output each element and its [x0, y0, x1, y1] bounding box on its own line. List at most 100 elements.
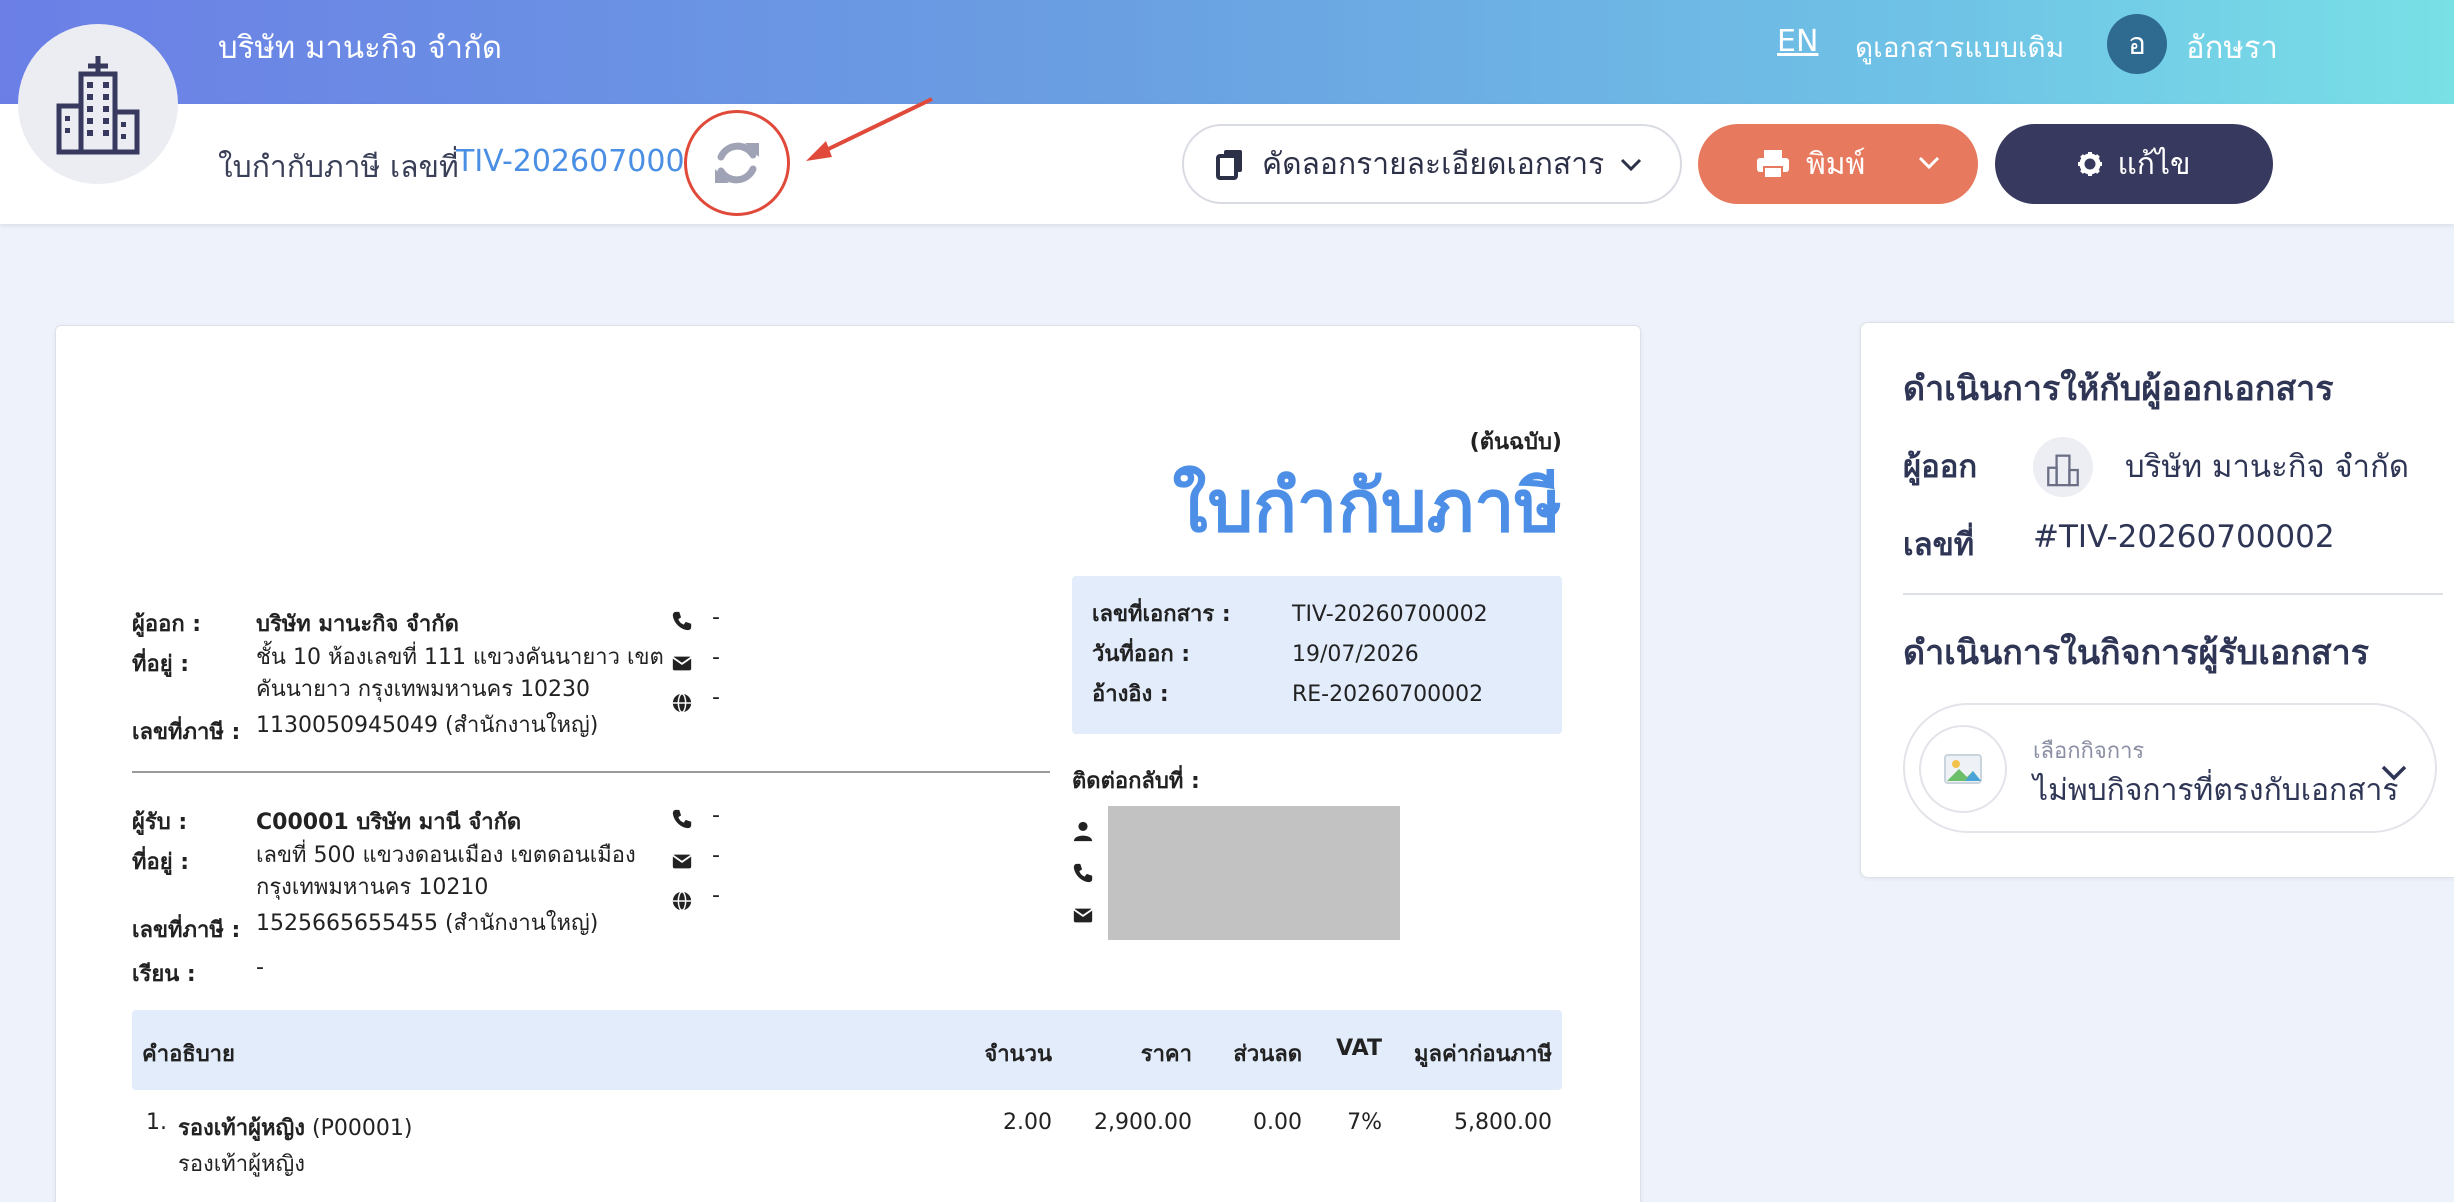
- col-description: คำอธิบาย: [142, 1042, 235, 1067]
- row-price: 2,900.00: [1094, 1110, 1192, 1135]
- info-doc-no-row: เลขที่เอกสาร : TIV-20260700002: [1092, 596, 1488, 631]
- action-panel: ดำเนินการให้กับผู้ออกเอกสาร ผู้ออก บริษั…: [1860, 322, 2454, 878]
- info-ref-label: อ้างอิง :: [1092, 682, 1169, 707]
- panel-number-label: เลขที่: [1903, 527, 1975, 563]
- issuer-phone: -: [712, 605, 720, 630]
- recipient-attn-label: เรียน :: [132, 962, 196, 987]
- globe-icon: [672, 891, 692, 911]
- row-pretax: 5,800.00: [1454, 1110, 1552, 1135]
- user-name[interactable]: อักษรา: [2186, 22, 2278, 72]
- user-icon: [1073, 821, 1093, 842]
- gear-icon: [2078, 152, 2103, 176]
- recipient-address-line1: เลขที่ 500 แขวงดอนเมือง เขตดอนเมือง: [256, 843, 636, 868]
- old-view-link[interactable]: ดูเอกสารแบบเดิม: [1855, 26, 2064, 70]
- col-vat: VAT: [1336, 1036, 1382, 1061]
- company-name: บริษัท มานะกิจ จำกัด: [218, 30, 502, 66]
- recipient-label: ผู้รับ :: [132, 810, 188, 835]
- row-item-subtitle: รองเท้าผู้หญิง: [178, 1152, 306, 1177]
- issuer-section-title: ดำเนินการให้กับผู้ออกเอกสาร: [1903, 369, 2334, 409]
- envelope-icon: [672, 656, 692, 671]
- row-item-name: รองเท้าผู้หญิง: [178, 1116, 306, 1141]
- recipient-website: -: [712, 883, 720, 908]
- col-pretax: มูลค่าก่อนภาษี: [1414, 1042, 1552, 1067]
- refresh-icon: [715, 142, 759, 184]
- recipient-tax-label: เลขที่ภาษี :: [132, 918, 241, 943]
- recipient-section-title: ดำเนินการในกิจการผู้รับเอกสาร: [1903, 633, 2370, 673]
- col-discount: ส่วนลด: [1233, 1042, 1302, 1067]
- printer-icon: [1757, 150, 1789, 179]
- business-select-value: ไม่พบกิจการที่ตรงกับเอกสาร: [2033, 773, 2399, 808]
- print-label: พิมพ์: [1806, 146, 1866, 182]
- recipient-address-label: ที่อยู่ :: [132, 850, 190, 875]
- panel-issuer-name: บริษัท มานะกิจ จำกัด: [2125, 449, 2409, 485]
- phone-icon: [672, 611, 692, 631]
- language-toggle-link[interactable]: EN: [1777, 24, 1818, 59]
- panel-number-value: #TIV-20260700002: [2033, 519, 2335, 555]
- col-quantity: จำนวน: [984, 1042, 1052, 1067]
- phone-icon: [672, 809, 692, 829]
- print-button[interactable]: พิมพ์: [1698, 124, 1978, 204]
- refresh-button[interactable]: [684, 110, 790, 216]
- panel-issuer-logo: [2033, 437, 2093, 497]
- info-ref-row: อ้างอิง : RE-20260700002: [1092, 676, 1483, 711]
- building-icon: [56, 56, 140, 155]
- document-type-label: ใบกำกับภาษี เลขที่: [218, 150, 459, 185]
- divider: [1903, 593, 2443, 595]
- info-ref: RE-20260700002: [1292, 682, 1484, 707]
- chevron-down-icon: [2381, 765, 2407, 781]
- image-placeholder-icon: [1944, 754, 1982, 784]
- row-quantity: 2.00: [1003, 1110, 1052, 1135]
- recipient-attn: -: [256, 955, 264, 980]
- copy-details-button[interactable]: คัดลอกรายละเอียดเอกสาร: [1182, 124, 1682, 204]
- contact-redacted-image: [1108, 806, 1400, 940]
- document-title: ใบกำกับภาษี: [1172, 464, 1562, 548]
- document-preview: (ต้นฉบับ) ใบกำกับภาษี ผู้ออก : บริษัท มา…: [55, 325, 1641, 1202]
- contact-title: ติดต่อกลับที่ :: [1072, 769, 1200, 794]
- items-table-header: คำอธิบาย จำนวน ราคา ส่วนลด VAT มูลค่าก่อ…: [132, 1010, 1562, 1090]
- issuer-tax-label: เลขที่ภาษี :: [132, 720, 241, 745]
- recipient-address-line2: กรุงเทพมหานคร 10210: [256, 875, 489, 900]
- info-date: 19/07/2026: [1292, 642, 1419, 667]
- panel-issuer-label: ผู้ออก: [1903, 449, 1978, 485]
- document-info-box: เลขที่เอกสาร : TIV-20260700002 วันที่ออก …: [1072, 576, 1562, 734]
- edit-label: แก้ไข: [2117, 146, 2191, 182]
- phone-icon: [1073, 863, 1093, 883]
- business-select[interactable]: เลือกกิจการ ไม่พบกิจการที่ตรงกับเอกสาร: [1903, 703, 2437, 833]
- info-doc-no-label: เลขที่เอกสาร :: [1092, 602, 1231, 627]
- info-date-row: วันที่ออก : 19/07/2026: [1092, 636, 1419, 671]
- copy-details-label: คัดลอกรายละเอียดเอกสาร: [1262, 146, 1605, 182]
- business-select-label: เลือกกิจการ: [2033, 739, 2145, 764]
- issuer-address-line2: คันนายาว กรุงเทพมหานคร 10230: [256, 677, 591, 702]
- row-item-code: (P00001): [312, 1116, 413, 1141]
- divider: [132, 771, 1050, 773]
- row-vat: 7%: [1347, 1110, 1382, 1135]
- envelope-icon: [1073, 908, 1093, 923]
- chevron-down-icon: [1620, 158, 1642, 172]
- issuer-label: ผู้ออก :: [132, 612, 202, 637]
- col-price: ราคา: [1140, 1042, 1192, 1067]
- annotation-arrow-icon: [806, 97, 933, 161]
- issuer-address-line1: ชั้น 10 ห้องเลขที่ 111 แขวงคันนายาว เขต: [256, 645, 664, 670]
- envelope-icon: [672, 854, 692, 869]
- globe-icon: [672, 693, 692, 713]
- recipient-name: C00001 บริษัท มานี จำกัด: [256, 810, 522, 835]
- document-number: TIV-20260700002: [456, 144, 688, 179]
- issuer-name: บริษัท มานะกิจ จำกัด: [256, 612, 459, 637]
- top-bar: บริษัท มานะกิจ จำกัด EN ดูเอกสารแบบเดิม …: [0, 0, 2454, 104]
- company-logo: [18, 24, 178, 184]
- chevron-down-icon[interactable]: [1916, 150, 1942, 176]
- issuer-tax-id: 1130050945049 (สำนักงานใหญ่): [256, 713, 599, 738]
- copy-icon: [1216, 150, 1242, 180]
- edit-button[interactable]: แก้ไข: [1995, 124, 2273, 204]
- row-discount: 0.00: [1253, 1110, 1302, 1135]
- row-index: 1.: [146, 1110, 167, 1135]
- recipient-email: -: [712, 843, 720, 868]
- row-item: รองเท้าผู้หญิง (P00001): [178, 1110, 412, 1145]
- issuer-website: -: [712, 685, 720, 710]
- table-row: 1. รองเท้าผู้หญิง (P00001) รองเท้าผู้หญิ…: [132, 1104, 1562, 1184]
- issuer-email: -: [712, 645, 720, 670]
- info-date-label: วันที่ออก :: [1092, 642, 1191, 667]
- recipient-phone: -: [712, 803, 720, 828]
- avatar[interactable]: อ: [2107, 14, 2167, 74]
- recipient-tax-id: 1525665655455 (สำนักงานใหญ่): [256, 911, 599, 936]
